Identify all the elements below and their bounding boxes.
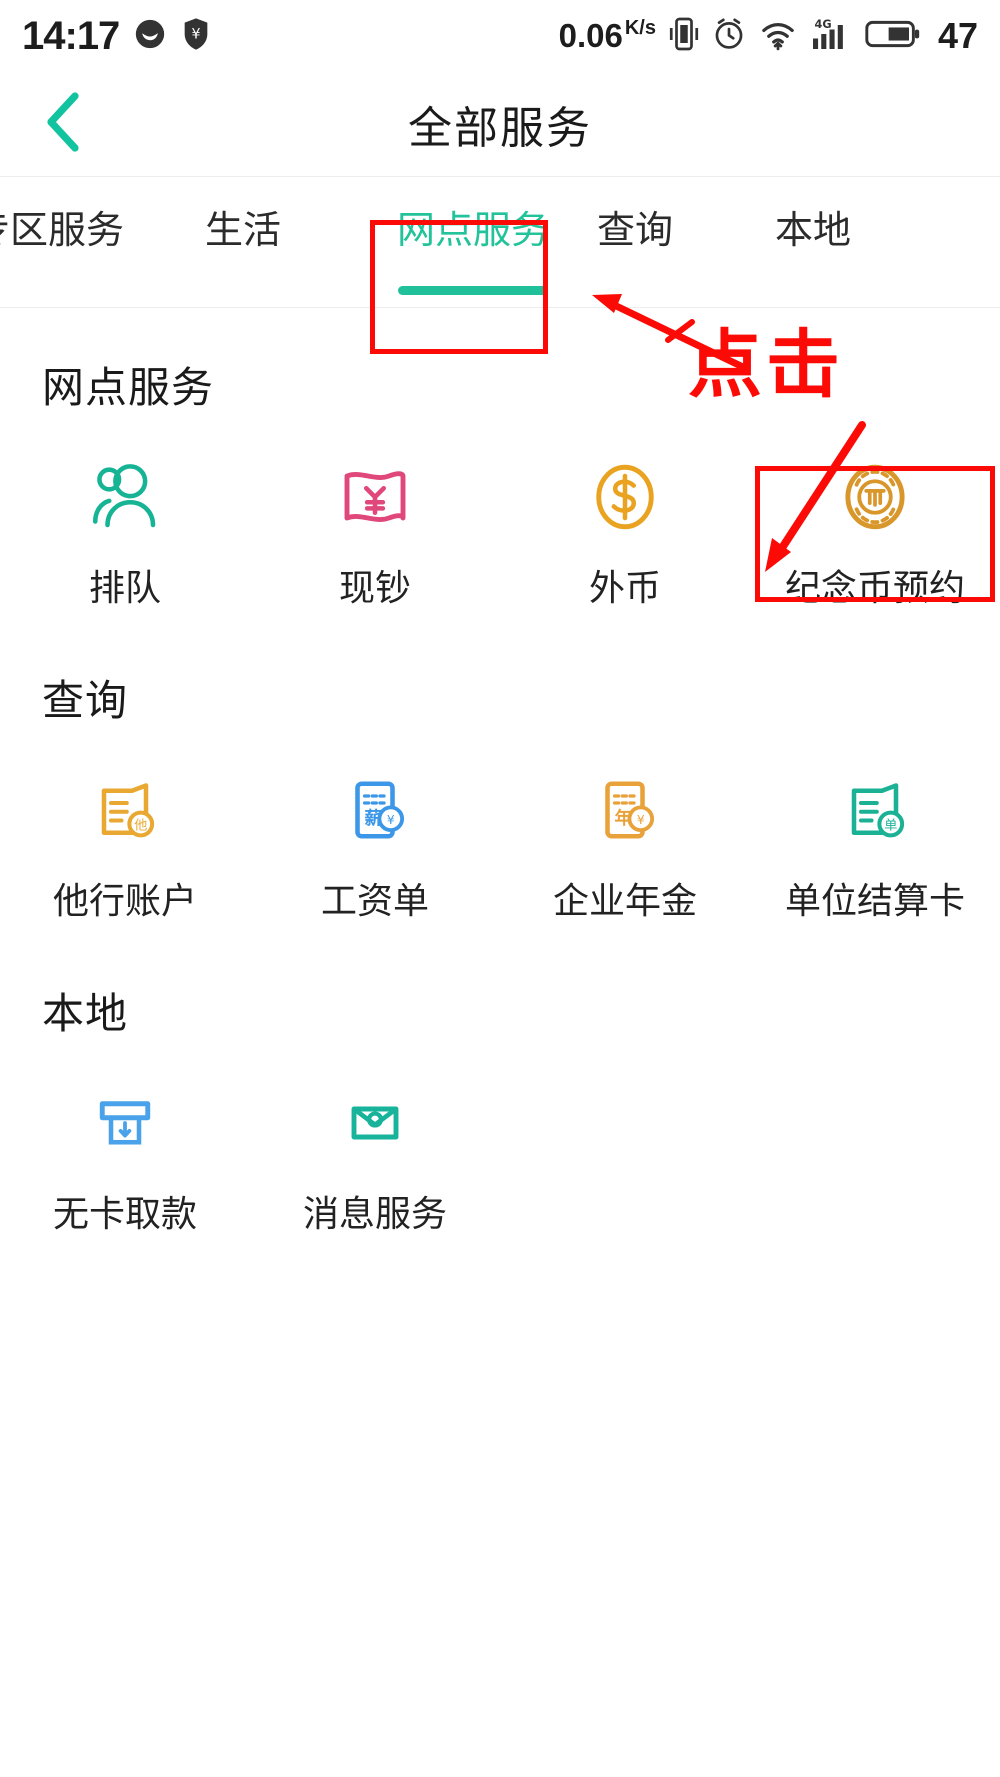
network-speed-value: 0.06 xyxy=(558,17,623,54)
commemorative-coin-icon xyxy=(833,455,917,539)
section-title: 网点服务 xyxy=(42,364,215,411)
tab-inquiry[interactable]: 查询 xyxy=(597,177,673,254)
status-bar-left: 14:17 ¥ xyxy=(22,14,211,59)
service-item-label: 企业年金 xyxy=(552,880,697,921)
service-item-label: 现钞 xyxy=(338,567,411,608)
queue-people-icon xyxy=(83,455,167,539)
service-item-cash[interactable]: 现钞 xyxy=(250,441,500,621)
service-grid: 无卡取款 消息服务 xyxy=(0,1067,1000,1247)
tab-label: 查询 xyxy=(597,210,674,252)
wifi-icon xyxy=(759,17,797,56)
network-speed-unit: K/s xyxy=(624,17,656,39)
service-content: 网点服务 排队 现钞 外币 纪念币预约 查询 他 他行账户 薪 ¥ 工资单 年 … xyxy=(0,308,1000,1247)
section-local: 本地 无卡取款 消息服务 xyxy=(0,934,1000,1247)
network-speed: 0.06 K/s xyxy=(559,17,656,55)
svg-text:¥: ¥ xyxy=(387,813,395,827)
service-item-enterprise-annuity[interactable]: 年 ¥ 企业年金 xyxy=(500,754,750,934)
service-item-empty-1 xyxy=(500,1067,750,1247)
service-item-label: 消息服务 xyxy=(302,1193,447,1234)
messenger-icon xyxy=(133,17,167,56)
banknote-yuan-icon xyxy=(333,455,417,539)
page-title: 全部服务 xyxy=(408,104,592,153)
status-bar-right: 0.06 K/s 4G 47 xyxy=(559,15,978,57)
signal-4g-icon: 4G xyxy=(810,16,852,57)
svg-text:¥: ¥ xyxy=(637,813,645,827)
service-item-label: 无卡取款 xyxy=(52,1193,197,1234)
service-item-empty-2 xyxy=(750,1067,1000,1247)
section-title: 本地 xyxy=(42,990,129,1037)
service-item-queue[interactable]: 排队 xyxy=(0,441,250,621)
back-button[interactable] xyxy=(28,89,98,159)
service-item-foreign-currency[interactable]: 外币 xyxy=(500,441,750,621)
tab-label: 专区服务 xyxy=(0,210,125,252)
tab-branch-service[interactable]: 网点服务 xyxy=(372,177,574,295)
message-envelope-icon xyxy=(333,1081,417,1165)
service-item-commemorative-coin[interactable]: 纪念币预约 xyxy=(750,441,1000,621)
service-item-label: 外币 xyxy=(588,567,661,608)
status-time: 14:17 xyxy=(22,13,120,58)
other-bank-card-icon: 他 xyxy=(83,768,167,852)
service-item-settlement-card[interactable]: 单 单位结算卡 xyxy=(750,754,1000,934)
payslip-icon: 薪 ¥ xyxy=(333,768,417,852)
alarm-icon xyxy=(712,17,746,56)
app-header: 全部服务 xyxy=(0,72,1000,176)
svg-text:¥: ¥ xyxy=(192,26,201,42)
battery-level: 47 xyxy=(937,15,978,56)
svg-text:他: 他 xyxy=(134,817,147,833)
tab-underline xyxy=(398,286,548,295)
service-grid: 他 他行账户 薪 ¥ 工资单 年 ¥ 企业年金 单 单位结算卡 xyxy=(0,754,1000,934)
chevron-left-icon xyxy=(41,90,85,159)
service-item-label: 纪念币预约 xyxy=(784,567,965,608)
service-item-label: 排队 xyxy=(88,567,161,608)
service-item-cardless-withdraw[interactable]: 无卡取款 xyxy=(0,1067,250,1247)
vibrate-icon xyxy=(669,16,699,57)
tab-label: 本地 xyxy=(775,210,852,252)
section-title: 查询 xyxy=(42,677,129,724)
battery-icon xyxy=(865,18,921,55)
service-item-label: 他行账户 xyxy=(52,880,197,921)
status-bar: 14:17 ¥ 0.06 K/s 4G 47 xyxy=(0,0,1000,72)
service-item-payslip[interactable]: 薪 ¥ 工资单 xyxy=(250,754,500,934)
tab-local[interactable]: 本地 xyxy=(775,177,851,254)
tab-bar: 专区服务 生活 网点服务 查询 本地 xyxy=(0,176,1000,308)
tab-label: 生活 xyxy=(205,210,282,252)
tab-zone-service[interactable]: 专区服务 xyxy=(0,177,124,254)
tab-life[interactable]: 生活 xyxy=(205,177,281,254)
tab-label: 网点服务 xyxy=(396,210,549,252)
svg-text:单: 单 xyxy=(884,817,897,833)
service-item-label: 单位结算卡 xyxy=(784,880,965,921)
service-grid: 排队 现钞 外币 纪念币预约 xyxy=(0,441,1000,621)
annuity-doc-icon: 年 ¥ xyxy=(583,768,667,852)
svg-text:4G: 4G xyxy=(814,18,831,31)
service-item-other-bank-account[interactable]: 他 他行账户 xyxy=(0,754,250,934)
settlement-card-icon: 单 xyxy=(833,768,917,852)
service-item-message-service[interactable]: 消息服务 xyxy=(250,1067,500,1247)
cardless-withdraw-icon xyxy=(83,1081,167,1165)
section-inquiry: 查询 他 他行账户 薪 ¥ 工资单 年 ¥ 企业年金 单 单位结算卡 xyxy=(0,621,1000,934)
service-item-label: 工资单 xyxy=(320,880,429,921)
dollar-coin-icon xyxy=(583,455,667,539)
shield-icon: ¥ xyxy=(181,17,211,56)
section-branch-service: 网点服务 排队 现钞 外币 纪念币预约 xyxy=(0,308,1000,621)
